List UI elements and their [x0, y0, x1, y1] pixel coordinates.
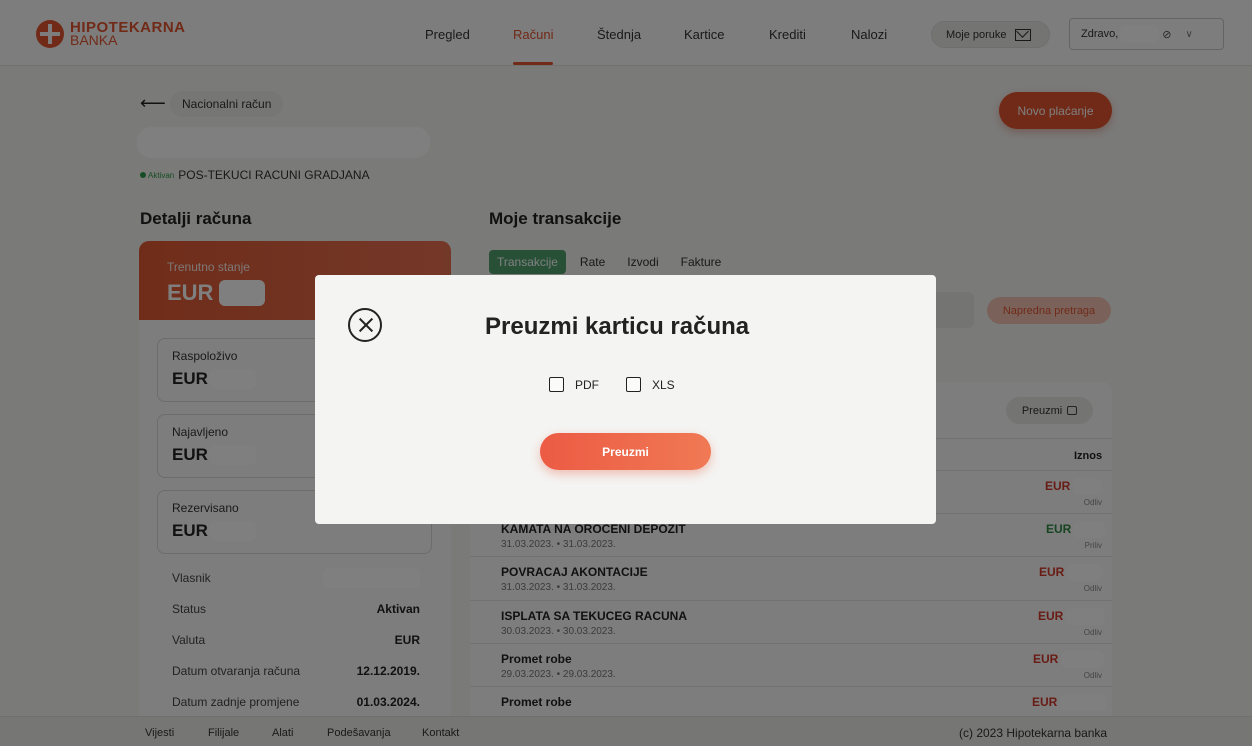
close-icon[interactable]: [348, 308, 382, 342]
xls-option[interactable]: XLS: [626, 377, 675, 392]
pdf-checkbox[interactable]: [549, 377, 564, 392]
pdf-option[interactable]: PDF: [549, 377, 599, 392]
xls-label: XLS: [652, 377, 675, 392]
xls-checkbox[interactable]: [626, 377, 641, 392]
pdf-label: PDF: [575, 377, 599, 392]
download-confirm-button[interactable]: Preuzmi: [540, 433, 711, 470]
modal-title: Preuzmi karticu računa: [485, 313, 750, 340]
download-statement-modal: Preuzmi karticu računa PDF XLS Preuzmi: [315, 275, 936, 524]
